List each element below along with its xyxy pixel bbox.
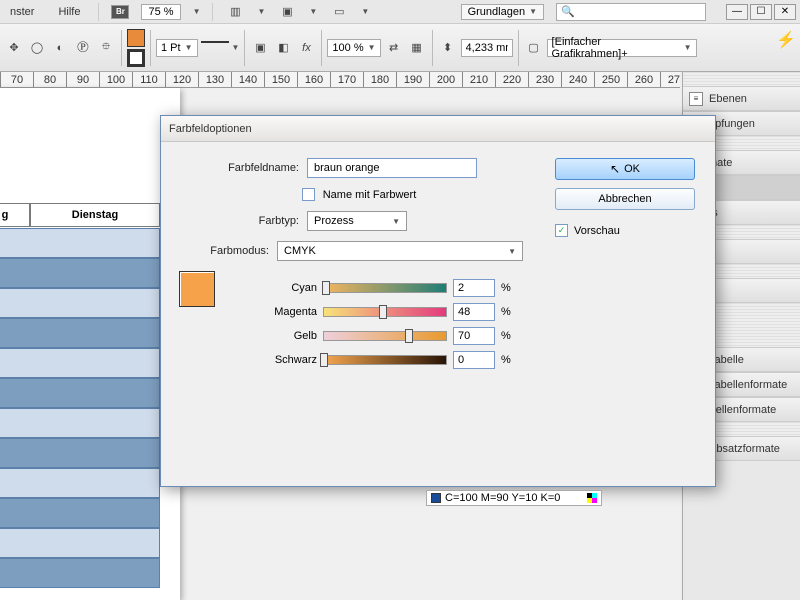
stroke-weight-field[interactable]: 1 Pt▼ bbox=[156, 39, 198, 57]
corner-icon[interactable]: ◐ bbox=[50, 37, 70, 59]
black-value[interactable] bbox=[453, 351, 495, 369]
bridge-icon[interactable]: Br bbox=[111, 5, 129, 19]
fill-swatch[interactable] bbox=[127, 29, 145, 47]
dimension-field[interactable] bbox=[461, 39, 513, 57]
ruler-horizontal: 7080901001101201301401501601701801902002… bbox=[0, 72, 680, 88]
menu-window[interactable]: nster bbox=[4, 3, 40, 21]
table-row[interactable] bbox=[0, 558, 160, 588]
table-row[interactable] bbox=[0, 288, 160, 318]
scale-field[interactable]: 100 %▼ bbox=[327, 39, 380, 57]
table-row[interactable] bbox=[0, 498, 160, 528]
lightning-icon[interactable]: ⚡ bbox=[776, 30, 796, 50]
status-swatch-row[interactable]: C=100 M=90 Y=10 K=0 bbox=[426, 490, 602, 506]
separator bbox=[98, 3, 99, 21]
table-header-cell[interactable]: g bbox=[0, 203, 30, 227]
magenta-label: Magenta bbox=[231, 306, 317, 318]
arrange-icon[interactable]: ▭ bbox=[329, 1, 349, 23]
flip-icon[interactable]: ⇄ bbox=[384, 37, 404, 59]
frame-style-dropdown[interactable]: [Einfacher Grafikrahmen]+▼ bbox=[547, 39, 697, 57]
close-button[interactable]: ✕ bbox=[774, 4, 796, 20]
screen-mode-icon[interactable]: ▣ bbox=[277, 1, 297, 23]
table-body bbox=[0, 228, 160, 588]
separator bbox=[244, 30, 245, 66]
preview-checkbox[interactable]: ✓ bbox=[555, 224, 568, 237]
stroke-swatch[interactable] bbox=[127, 49, 145, 67]
table-row[interactable] bbox=[0, 318, 160, 348]
anchor-icon[interactable]: ✥ bbox=[4, 37, 24, 59]
table-row[interactable] bbox=[0, 378, 160, 408]
swatch-name: C=100 M=90 Y=10 K=0 bbox=[445, 492, 560, 504]
colormode-label: Farbmodus: bbox=[179, 245, 269, 257]
zoom-level[interactable]: 75 % bbox=[141, 4, 180, 20]
yellow-slider[interactable] bbox=[323, 331, 447, 341]
window-buttons: — ☐ ✕ bbox=[726, 4, 796, 20]
effects-icon[interactable]: ◧ bbox=[273, 37, 293, 59]
chevron-down-icon[interactable]: ▼ bbox=[193, 7, 201, 16]
separator bbox=[121, 30, 122, 66]
wrap-icon[interactable]: ▣ bbox=[250, 37, 270, 59]
dialog-titlebar[interactable]: Farbfeldoptionen bbox=[161, 116, 715, 142]
yellow-value[interactable] bbox=[453, 327, 495, 345]
top-menubar: nster Hilfe Br 75 % ▼ ▥▼ ▣▼ ▭▼ Grundlage… bbox=[0, 0, 800, 24]
maximize-button[interactable]: ☐ bbox=[750, 4, 772, 20]
align-icon[interactable]: ⯐ bbox=[96, 37, 116, 59]
table-header-row: g Dienstag bbox=[0, 203, 160, 227]
workspace-dropdown[interactable]: Grundlagen▼ bbox=[461, 4, 544, 20]
cyan-label: Cyan bbox=[231, 282, 317, 294]
measure-icon[interactable]: ⬍ bbox=[438, 37, 458, 59]
cancel-button[interactable]: Abbrechen bbox=[555, 188, 695, 210]
table-row[interactable] bbox=[0, 348, 160, 378]
paragraph-style-icon[interactable]: ℗ bbox=[73, 37, 93, 59]
colortype-label: Farbtyp: bbox=[179, 215, 299, 227]
swatch-options-dialog: Farbfeldoptionen Farbfeldname: Name mit … bbox=[160, 115, 716, 487]
separator bbox=[150, 30, 151, 66]
name-with-value-checkbox[interactable] bbox=[302, 188, 315, 201]
cursor-icon: ↖ bbox=[610, 162, 620, 176]
swatch-chip bbox=[431, 493, 441, 503]
ellipse-icon[interactable]: ◯ bbox=[27, 37, 47, 59]
control-toolbar: ✥ ◯ ◐ ℗ ⯐ 1 Pt▼ ▼ ▣ ◧ fx 100 %▼ ⇄ ▦ ⬍ ▢ … bbox=[0, 24, 800, 72]
stroke-style-icon[interactable] bbox=[201, 41, 229, 55]
yellow-label: Gelb bbox=[231, 330, 317, 342]
colortype-select[interactable]: Prozess▼ bbox=[307, 211, 407, 231]
fx-icon[interactable]: fx bbox=[296, 37, 316, 59]
layers-icon: ≡ bbox=[689, 92, 703, 106]
black-label: Schwarz bbox=[231, 354, 317, 366]
swatch-name-label: Farbfeldname: bbox=[179, 162, 299, 174]
minimize-button[interactable]: — bbox=[726, 4, 748, 20]
table-row[interactable] bbox=[0, 438, 160, 468]
ok-button[interactable]: ↖ OK bbox=[555, 158, 695, 180]
name-with-value-label: Name mit Farbwert bbox=[323, 189, 417, 201]
menu-help[interactable]: Hilfe bbox=[52, 3, 86, 21]
panel-layers[interactable]: ≡Ebenen bbox=[683, 86, 800, 111]
black-slider[interactable] bbox=[323, 355, 447, 365]
table-row[interactable] bbox=[0, 228, 160, 258]
separator bbox=[432, 30, 433, 66]
search-input[interactable]: 🔍 bbox=[556, 3, 706, 21]
crop-icon[interactable]: ▦ bbox=[407, 37, 427, 59]
process-icon bbox=[587, 493, 597, 503]
view-mode-icon[interactable]: ▥ bbox=[225, 1, 245, 23]
color-preview-swatch bbox=[179, 271, 215, 307]
magenta-value[interactable] bbox=[453, 303, 495, 321]
cyan-slider[interactable] bbox=[323, 283, 447, 293]
separator bbox=[212, 3, 213, 21]
magenta-slider[interactable] bbox=[323, 307, 447, 317]
search-icon: 🔍 bbox=[561, 5, 575, 18]
separator bbox=[321, 30, 322, 66]
table-row[interactable] bbox=[0, 468, 160, 498]
table-row[interactable] bbox=[0, 408, 160, 438]
separator bbox=[518, 30, 519, 66]
colormode-select[interactable]: CMYK▼ bbox=[277, 241, 523, 261]
swatch-name-input[interactable] bbox=[307, 158, 477, 178]
page: g Dienstag bbox=[0, 88, 180, 600]
dialog-title: Farbfeldoptionen bbox=[169, 123, 252, 135]
table-row[interactable] bbox=[0, 528, 160, 558]
preview-label: Vorschau bbox=[574, 225, 620, 237]
table-header-cell[interactable]: Dienstag bbox=[30, 203, 160, 227]
cyan-value[interactable] bbox=[453, 279, 495, 297]
table-row[interactable] bbox=[0, 258, 160, 288]
object-style-icon[interactable]: ▢ bbox=[524, 37, 544, 59]
